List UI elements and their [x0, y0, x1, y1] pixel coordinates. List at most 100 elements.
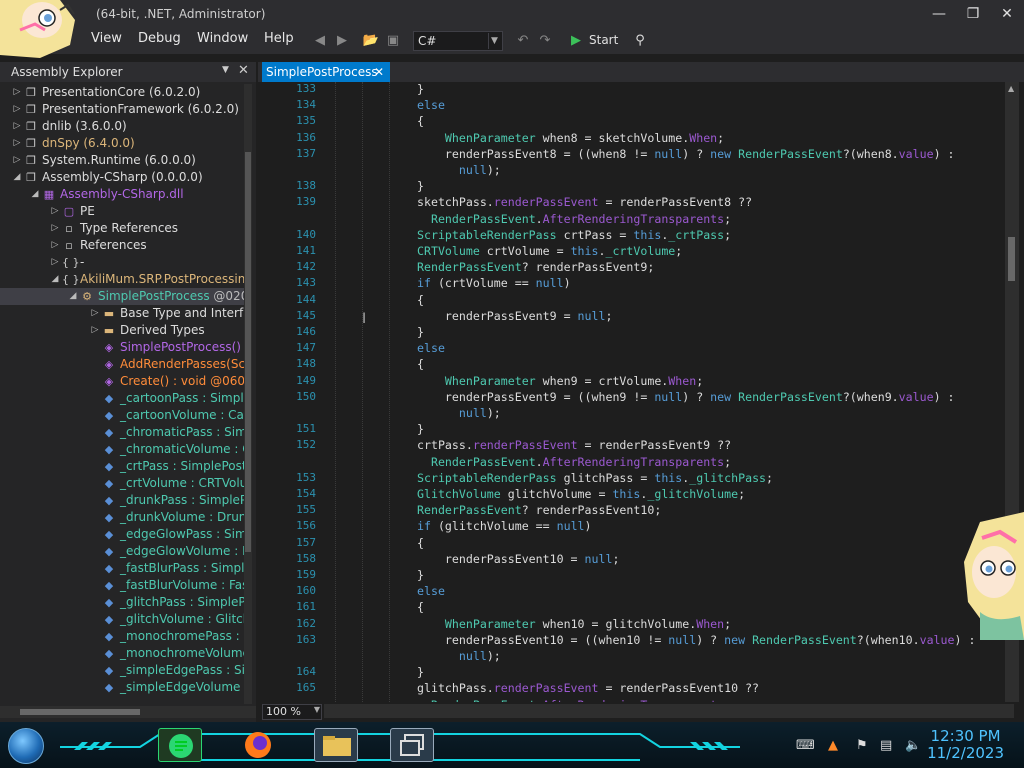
close-icon[interactable]: ✕ — [238, 63, 249, 78]
code-line[interactable]: WhenParameter when9 = crtVolume.When; — [417, 374, 703, 388]
code-line[interactable]: null); — [417, 163, 501, 177]
expand-icon[interactable]: ▷ — [12, 118, 22, 135]
code-line[interactable]: if (glitchVolume == null) — [417, 519, 592, 533]
code-line[interactable]: renderPassEvent8 = ((when8 != null) ? ne… — [417, 147, 955, 161]
tab-close-icon[interactable]: ✕ — [374, 62, 384, 82]
code-line[interactable]: } — [417, 422, 424, 436]
code-line[interactable]: RenderPassEvent.AfterRenderingTransparen… — [417, 698, 731, 702]
tree-node[interactable]: ▷ ❐ PresentationCore (6.0.2.0) — [0, 84, 244, 101]
menu-window[interactable]: Window — [197, 31, 248, 46]
editor-hscrollbar[interactable] — [324, 704, 1014, 718]
tree-node[interactable]: ▷ ▫ Type References — [0, 220, 244, 237]
collapse-icon[interactable]: ◢ — [50, 271, 60, 288]
zoom-select[interactable]: 100 % ▼ — [262, 704, 322, 720]
taskbar-app-file-explorer[interactable] — [314, 728, 358, 762]
tree-node[interactable]: ◆ _crtVolume : CRTVolu — [0, 475, 244, 492]
expand-icon[interactable]: ▷ — [50, 220, 60, 237]
code-line[interactable]: renderPassEvent9 = ((when9 != null) ? ne… — [417, 390, 955, 404]
scroll-up-icon[interactable]: ▲ — [1008, 84, 1014, 93]
tree-node[interactable]: ◆ _crtPass : SimplePostP — [0, 458, 244, 475]
tree-node[interactable]: ◆ _chromaticPass : Simp — [0, 424, 244, 441]
code-line[interactable]: glitchPass.renderPassEvent = renderPassE… — [417, 681, 759, 695]
code-line[interactable]: GlitchVolume glitchVolume = this._glitch… — [417, 487, 745, 501]
clock[interactable]: 12:30 PM 11/2/2023 — [927, 728, 1004, 762]
menu-help[interactable]: Help — [264, 31, 294, 46]
redo-icon[interactable]: ↷ — [536, 32, 554, 50]
taskbar-app-notes[interactable] — [158, 728, 202, 762]
taskbar-app-firefox[interactable] — [236, 728, 280, 762]
play-icon[interactable]: ▶ — [567, 32, 585, 50]
forward-icon[interactable]: ▶ — [333, 32, 351, 50]
code-line[interactable]: { — [417, 536, 424, 550]
taskbar-app-dnspy[interactable] — [390, 728, 434, 762]
start-menu-button[interactable] — [8, 728, 44, 764]
tree-node[interactable]: ▷ ❐ dnlib (3.6.0.0) — [0, 118, 244, 135]
expand-icon[interactable]: ▷ — [12, 135, 22, 152]
code-line[interactable]: ScriptableRenderPass crtPass = this._crt… — [417, 228, 731, 242]
tab-simplepostprocess[interactable]: SimplePostProcess ✕ — [262, 62, 390, 82]
tree-node[interactable]: ▷ ❐ dnSpy (6.4.0.0) — [0, 135, 244, 152]
panel-menu-icon[interactable]: ▼ — [222, 65, 229, 75]
expand-icon[interactable]: ▷ — [50, 254, 60, 271]
code-line[interactable]: else — [417, 584, 445, 598]
tree-node[interactable]: ◆ _monochromeVolume — [0, 645, 244, 662]
tree-node[interactable]: ◆ _drunkPass : SimplePo — [0, 492, 244, 509]
code-line[interactable]: else — [417, 98, 445, 112]
code-line[interactable]: renderPassEvent10 = ((when10 != null) ? … — [417, 633, 976, 647]
tree-node[interactable]: ◆ _glitchPass : SimplePo — [0, 594, 244, 611]
code-editor[interactable]: 133} 134 else 135 {136 WhenParameter when8 =… — [258, 82, 1012, 702]
code-line[interactable]: null); — [417, 406, 501, 420]
tree-node[interactable]: ◆ _simpleEdgeVolume : — [0, 679, 244, 696]
tree-node[interactable]: ▷ ▬ Derived Types — [0, 322, 244, 339]
network-icon[interactable]: ▤ — [880, 738, 892, 753]
tree-node[interactable]: ◈ Create() : void @06000 — [0, 373, 244, 390]
collapse-icon[interactable]: ◢ — [12, 169, 22, 186]
code-line[interactable]: RenderPassEvent.AfterRenderingTransparen… — [417, 212, 731, 226]
tree-node[interactable]: ◢ ❐ Assembly-CSharp (0.0.0.0) — [0, 169, 244, 186]
expand-icon[interactable]: ▷ — [90, 322, 100, 339]
start-button[interactable]: Start — [589, 33, 618, 47]
code-line[interactable]: WhenParameter when8 = sketchVolume.When; — [417, 131, 724, 145]
tree-node[interactable]: ◈ SimplePostProcess() : v — [0, 339, 244, 356]
tree-node[interactable]: ◢{ } AkiliMum.SRP.PostProcessing — [0, 271, 244, 288]
open-file-icon[interactable]: 📂 — [362, 32, 380, 50]
code-line[interactable]: ScriptableRenderPass glitchPass = this._… — [417, 471, 773, 485]
keyboard-icon[interactable]: ⌨ — [796, 738, 815, 753]
code-line[interactable]: renderPassEvent10 = null; — [417, 552, 620, 566]
code-line[interactable]: } — [417, 568, 424, 582]
code-line[interactable]: sketchPass.renderPassEvent = renderPassE… — [417, 195, 752, 209]
search-icon[interactable]: ⚲ — [631, 32, 649, 50]
expand-icon[interactable]: ▷ — [50, 203, 60, 220]
expand-icon[interactable]: ▷ — [90, 305, 100, 322]
explorer-scrollbar[interactable] — [244, 84, 252, 704]
tree-node[interactable]: ◆ _edgeGlowPass : Simp — [0, 526, 244, 543]
code-line[interactable]: renderPassEvent9 = null; — [417, 309, 613, 323]
tree-node[interactable]: ◆ _cartoonVolume : Cart — [0, 407, 244, 424]
save-icon[interactable]: ▣ — [384, 32, 402, 50]
flag-icon[interactable]: ⚑ — [856, 738, 868, 753]
tree-node[interactable]: ▷ ▬ Base Type and Interfac — [0, 305, 244, 322]
collapse-icon[interactable]: ◢ — [68, 288, 78, 305]
scroll-thumb[interactable] — [245, 152, 251, 552]
tree-node[interactable]: ◆ _simpleEdgePass : Sim — [0, 662, 244, 679]
expand-icon[interactable]: ▷ — [12, 152, 22, 169]
code-line[interactable]: RenderPassEvent? renderPassEvent9; — [417, 260, 654, 274]
tree-node[interactable]: ◆ _monochromePass : Si — [0, 628, 244, 645]
tree-node[interactable]: ▷ ❐ PresentationFramework (6.0.2.0) — [0, 101, 244, 118]
tree-node[interactable]: ◆ _chromaticVolume : C — [0, 441, 244, 458]
back-icon[interactable]: ◀ — [311, 32, 329, 50]
explorer-hscrollbar[interactable] — [0, 706, 256, 718]
tree-node[interactable]: ◆ _fastBlurPass : SimpleP — [0, 560, 244, 577]
code-line[interactable]: crtPass.renderPassEvent = renderPassEven… — [417, 438, 731, 452]
code-line[interactable]: RenderPassEvent? renderPassEvent10; — [417, 503, 661, 517]
maximize-button[interactable]: ❐ — [962, 4, 984, 24]
code-line[interactable]: { — [417, 600, 424, 614]
tree-node[interactable]: ◆ _glitchVolume : Glitch — [0, 611, 244, 628]
tree-node[interactable]: ◆ _fastBlurVolume : Fast — [0, 577, 244, 594]
code-line[interactable]: { — [417, 357, 424, 371]
tree-node[interactable]: ◈ AddRenderPasses(Scrip — [0, 356, 244, 373]
tree-node[interactable]: ◢ ⚙ SimplePostProcess @0200 — [0, 288, 244, 305]
code-line[interactable]: } — [417, 82, 424, 96]
code-line[interactable]: } — [417, 325, 424, 339]
language-select[interactable]: C# ▼ — [413, 31, 503, 51]
